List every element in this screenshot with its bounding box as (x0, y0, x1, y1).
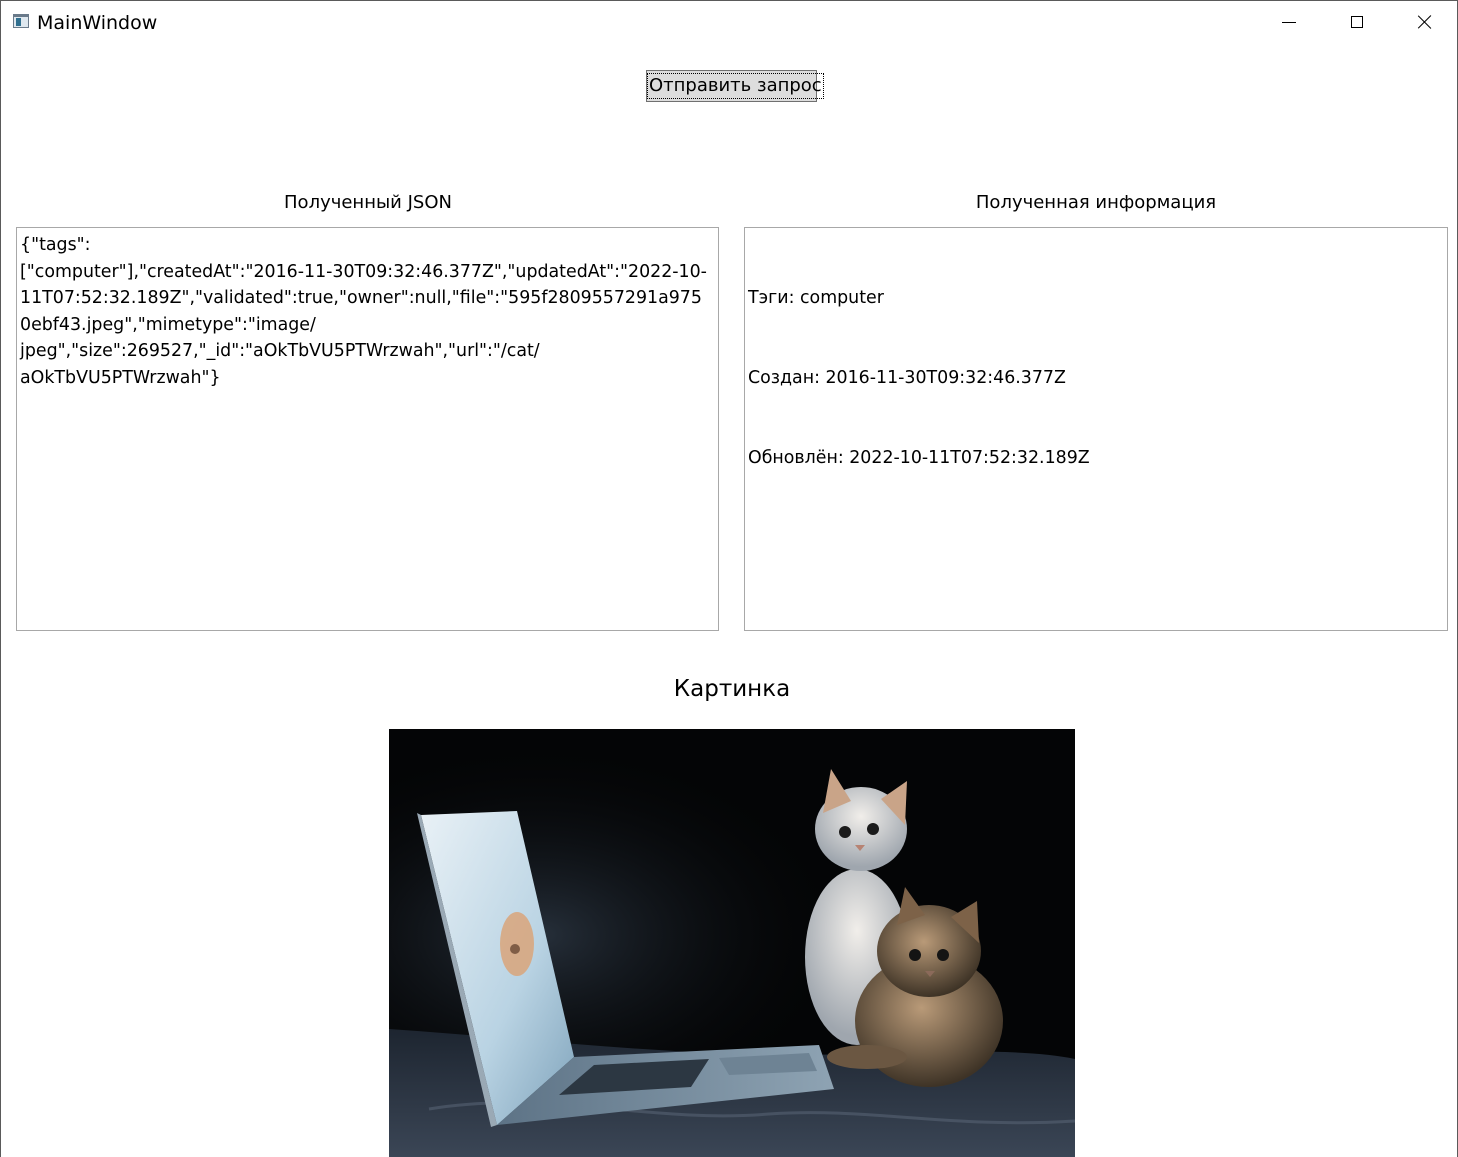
info-label: Полученная информация (975, 192, 1217, 213)
close-button[interactable] (1391, 1, 1457, 45)
minimize-button[interactable] (1255, 1, 1323, 45)
info-tags-line: Тэги: computer (748, 288, 884, 309)
info-updated-line: Обновлён: 2022-10-11T07:52:32.189Z (748, 447, 1090, 468)
info-textbox[interactable]: Тэги: computer Создан: 2016-11-30T09:32:… (744, 227, 1448, 631)
app-icon (13, 14, 29, 28)
main-window: MainWindow Отправить запрос Полученный J… (0, 0, 1458, 1157)
info-created-line: Создан: 2016-11-30T09:32:46.377Z (748, 367, 1066, 388)
minimize-icon (1282, 21, 1296, 23)
cat-photo-drawing (389, 729, 1075, 1157)
close-icon (1418, 15, 1432, 29)
title-bar[interactable]: MainWindow (1, 1, 1457, 45)
json-label: Полученный JSON (284, 192, 452, 213)
send-request-label: Отправить запрос (647, 73, 824, 99)
image-label: Картинка (673, 676, 791, 702)
json-textbox[interactable]: {"tags": ["computer"],"createdAt":"2016-… (16, 227, 719, 631)
window-title: MainWindow (37, 12, 158, 34)
maximize-button[interactable] (1323, 1, 1391, 45)
cat-image (389, 729, 1075, 1157)
maximize-icon (1351, 16, 1363, 28)
send-request-button[interactable]: Отправить запрос (646, 70, 824, 102)
